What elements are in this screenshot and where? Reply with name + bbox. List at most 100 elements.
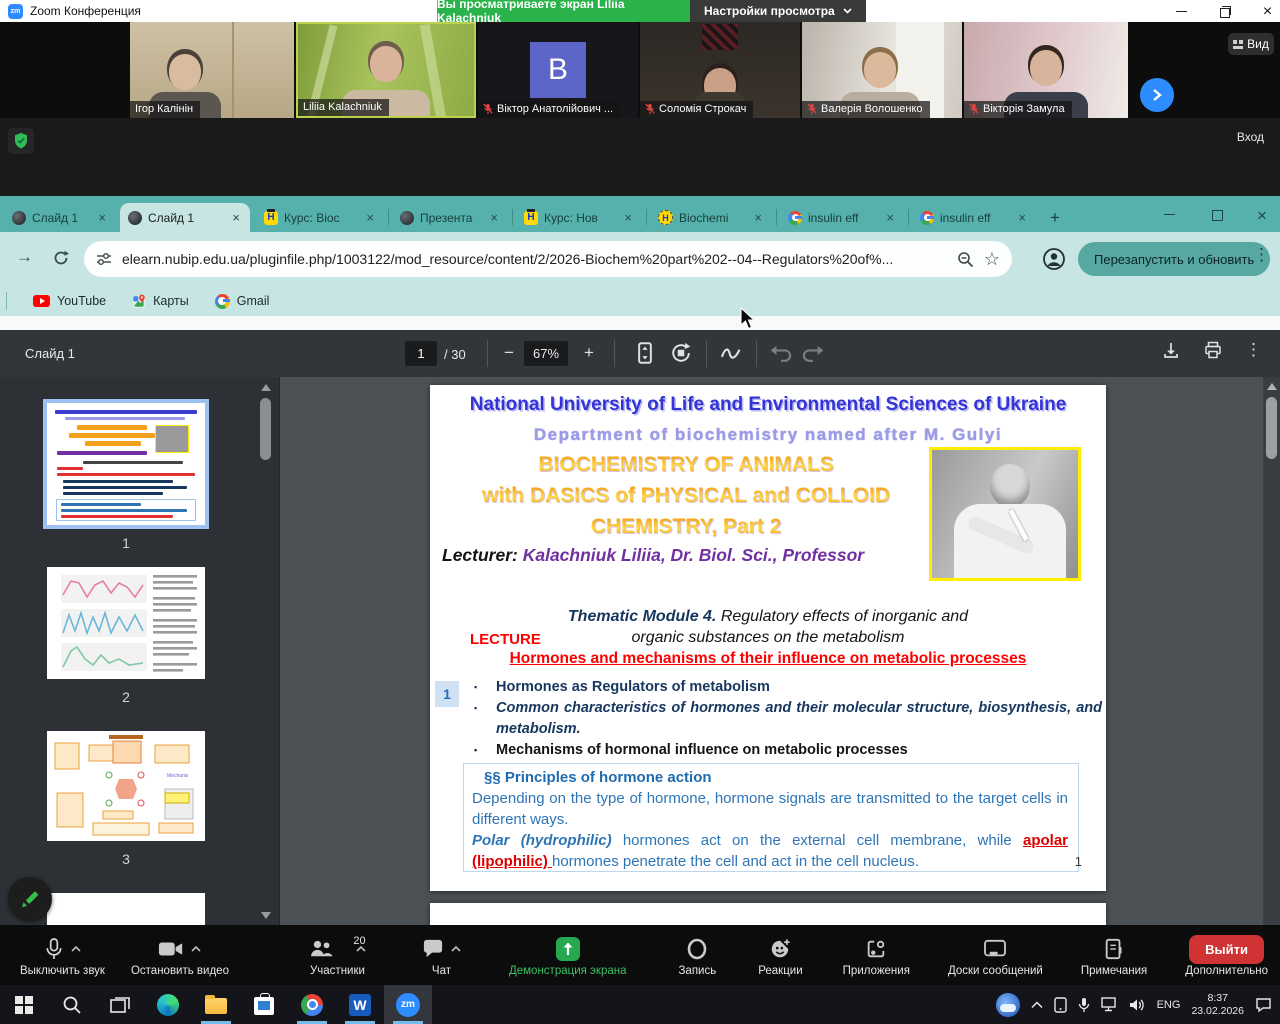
zoom-out-button[interactable]: −	[496, 340, 522, 366]
tab-close-icon[interactable]: ×	[622, 210, 634, 225]
chevron-up-icon[interactable]	[191, 946, 201, 952]
print-button[interactable]	[1203, 340, 1223, 360]
leave-meeting-button[interactable]: Выйти	[1189, 935, 1264, 964]
forward-button[interactable]: →	[16, 247, 33, 267]
redo-button[interactable]	[800, 340, 826, 366]
browser-tab[interactable]: Курс: Bioc ×	[256, 203, 384, 232]
close-button[interactable]	[1261, 5, 1274, 18]
undo-button[interactable]	[768, 340, 794, 366]
taskbar-zoom[interactable]	[384, 985, 432, 1024]
maximize-button[interactable]	[1210, 208, 1223, 221]
scrollbar-thumb[interactable]	[260, 398, 271, 460]
participant-tile[interactable]: Соломія Строкач	[640, 22, 800, 118]
minimize-button[interactable]	[1175, 5, 1188, 18]
weather-icon[interactable]	[996, 993, 1020, 1017]
browser-tab[interactable]: Biochemi ×	[650, 203, 772, 232]
whiteboards-button[interactable]: Доски сообщений	[935, 925, 1056, 985]
scroll-up-icon[interactable]	[1267, 383, 1277, 390]
site-settings-icon[interactable]	[96, 252, 112, 266]
participant-tile[interactable]: В Віктор Анатолійович ...	[478, 22, 638, 118]
mute-button[interactable]: Выключить звук	[0, 925, 118, 985]
participant-tile[interactable]: Валерія Волошенко	[802, 22, 962, 118]
tab-close-icon[interactable]: ×	[1016, 210, 1028, 225]
fit-page-button[interactable]	[632, 340, 658, 366]
view-layout-button[interactable]: Вид	[1228, 33, 1274, 55]
next-participants-button[interactable]	[1140, 78, 1174, 112]
browser-tab[interactable]: insulin eff ×	[912, 203, 1036, 232]
tab-close-icon[interactable]: ×	[230, 210, 242, 225]
taskbar-search-button[interactable]	[48, 985, 96, 1024]
stop-video-button[interactable]: Остановить видео	[118, 925, 242, 985]
zoom-page-icon[interactable]	[957, 251, 974, 268]
browser-tab-active[interactable]: Слайд 1 ×	[120, 203, 250, 232]
bookmark-maps[interactable]: Карты	[132, 294, 189, 309]
entry-button[interactable]: Вход	[1237, 130, 1264, 144]
notes-button[interactable]: Примечания	[1068, 925, 1160, 985]
task-view-button[interactable]	[96, 985, 144, 1024]
scrollbar-thumb[interactable]	[1266, 397, 1277, 459]
browser-tab[interactable]: insulin eff ×	[780, 203, 904, 232]
tab-close-icon[interactable]: ×	[488, 210, 500, 225]
taskbar-file-explorer[interactable]	[192, 985, 240, 1024]
zoom-in-button[interactable]: +	[576, 340, 602, 366]
security-shield-button[interactable]	[8, 128, 34, 154]
page-number-input[interactable]: 1	[405, 341, 437, 366]
rotate-button[interactable]	[668, 340, 694, 366]
thumbnail-page-3[interactable]: Mechanis	[47, 731, 205, 841]
browser-tab[interactable]: Презента ×	[392, 203, 508, 232]
chat-button[interactable]: Чат	[409, 925, 474, 985]
download-button[interactable]	[1161, 340, 1181, 360]
zoom-level-input[interactable]: 67%	[524, 341, 568, 366]
taskbar-chrome[interactable]	[288, 985, 336, 1024]
reload-button[interactable]	[52, 249, 70, 267]
bookmark-star-icon[interactable]: ☆	[984, 249, 1000, 270]
notification-center-icon[interactable]	[1255, 997, 1272, 1013]
maximize-button[interactable]	[1218, 5, 1231, 18]
taskbar-clock[interactable]: 8:37 23.02.2026	[1191, 992, 1244, 1018]
panel-scrollbar[interactable]	[257, 377, 274, 905]
taskbar-word[interactable]	[336, 985, 384, 1024]
thumbnail-page-4[interactable]	[47, 893, 205, 925]
participants-button[interactable]: 20 Участники	[296, 925, 379, 985]
tab-close-icon[interactable]: ×	[752, 210, 764, 225]
chevron-up-icon[interactable]	[71, 946, 81, 952]
annotation-pencil-button[interactable]	[8, 877, 52, 921]
close-button[interactable]	[1257, 208, 1270, 221]
minimize-button[interactable]	[1163, 208, 1176, 221]
start-button[interactable]	[0, 985, 48, 1024]
thumbnail-page-1[interactable]	[47, 403, 205, 525]
restart-update-button[interactable]: Перезапустить и обновить	[1078, 242, 1270, 276]
scroll-up-icon[interactable]	[261, 384, 271, 391]
pdf-more-menu-icon[interactable]: ⋮	[1245, 340, 1262, 360]
annotate-pen-button[interactable]	[718, 340, 744, 366]
profile-icon[interactable]	[1042, 247, 1066, 271]
bookmark-youtube[interactable]: YouTube	[33, 294, 106, 308]
chevron-up-icon[interactable]	[451, 946, 461, 952]
network-icon[interactable]	[1101, 997, 1118, 1012]
device-icon[interactable]	[1054, 997, 1067, 1013]
language-indicator[interactable]: ENG	[1157, 999, 1181, 1011]
volume-icon[interactable]	[1129, 998, 1146, 1012]
record-button[interactable]: Запись	[665, 925, 729, 985]
scroll-down-icon[interactable]	[261, 912, 271, 919]
reactions-button[interactable]: Реакции	[745, 925, 815, 985]
participant-tile[interactable]: Ігор Калінін	[130, 22, 294, 118]
tray-mic-icon[interactable]	[1078, 997, 1090, 1013]
taskbar-edge[interactable]	[144, 985, 192, 1024]
address-bar[interactable]: elearn.nubip.edu.ua/pluginfile.php/10031…	[84, 241, 1012, 277]
new-tab-button[interactable]: +	[1044, 207, 1066, 229]
participant-tile-active-speaker[interactable]: Liliia Kalachniuk	[296, 22, 476, 118]
thumbnail-page-2[interactable]	[47, 567, 205, 679]
participant-tile[interactable]: Вікторія Замула	[964, 22, 1128, 118]
browser-menu-icon[interactable]: ⋮	[1253, 245, 1270, 265]
bookmark-gmail[interactable]: Gmail	[215, 294, 270, 309]
view-settings-button[interactable]: Настройки просмотра	[690, 0, 866, 22]
taskbar-store[interactable]	[240, 985, 288, 1024]
tab-close-icon[interactable]: ×	[96, 210, 108, 225]
tab-close-icon[interactable]: ×	[364, 210, 376, 225]
share-screen-button[interactable]: Демонстрация экрана	[496, 925, 640, 985]
browser-tab[interactable]: Слайд 1 ×	[4, 203, 116, 232]
tab-close-icon[interactable]: ×	[884, 210, 896, 225]
hidden-icons-chevron[interactable]	[1031, 1001, 1043, 1009]
main-scrollbar[interactable]	[1263, 377, 1280, 925]
